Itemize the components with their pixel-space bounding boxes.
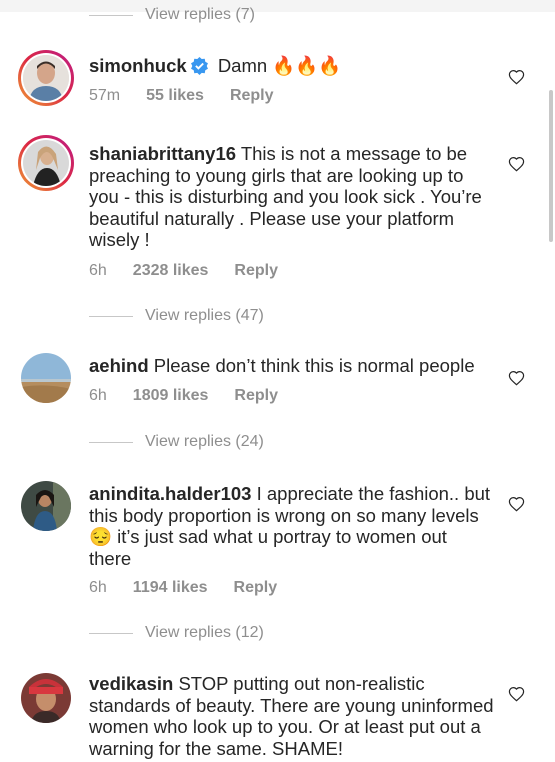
avatar[interactable] [18,50,74,106]
heart-icon[interactable] [508,496,525,512]
comment-meta: 6h 1194 likes Reply [89,579,303,597]
timestamp: 6h [89,262,107,279]
username[interactable]: aehind [89,355,149,376]
avatar[interactable] [21,673,71,723]
avatar[interactable] [21,353,71,403]
timestamp: 6h [89,579,107,596]
username[interactable]: anindita.halder103 [89,483,251,504]
username[interactable]: simonhuck [89,55,187,76]
reply-button[interactable]: Reply [230,87,274,105]
heart-icon[interactable] [508,69,525,85]
likes-count[interactable]: 1194 likes [133,579,208,597]
comment-meta: 6h 1809 likes Reply [89,387,304,405]
reply-button[interactable]: Reply [234,579,278,597]
heart-icon[interactable] [508,370,525,386]
comment-meta: 57m 55 likes Reply [89,87,300,105]
likes-count[interactable]: 1809 likes [133,387,209,405]
top-bar [0,0,555,12]
view-replies-label: View replies (24) [145,433,264,450]
avatar[interactable] [21,481,71,531]
comment-text: Damn 🔥🔥🔥 [217,55,342,76]
reply-divider [89,441,133,443]
reply-divider [89,14,133,16]
view-replies-label: View replies (47) [145,307,264,324]
verified-badge-icon [190,56,209,80]
likes-count[interactable]: 2328 likes [133,262,209,280]
view-replies-button[interactable]: View replies (12) [89,624,264,642]
scrollbar[interactable] [549,90,553,242]
username[interactable]: shaniabrittany16 [89,143,236,164]
timestamp: 57m [89,87,121,104]
comment-text: Please don’t think this is normal people [153,355,475,376]
view-replies-button[interactable]: View replies (47) [89,307,264,325]
reply-divider [89,632,133,634]
reply-button[interactable]: Reply [234,262,278,280]
reply-button[interactable]: Reply [234,387,278,405]
view-replies-label: View replies (12) [145,624,264,641]
timestamp: 6h [89,387,107,404]
view-replies-button[interactable]: View replies (24) [89,433,264,451]
likes-count[interactable]: 55 likes [146,87,204,105]
heart-icon[interactable] [508,156,525,172]
comment-meta: 6h 2328 likes Reply [89,262,304,280]
view-replies-button[interactable]: View replies (7) [89,6,255,24]
view-replies-label: View replies (7) [145,6,255,23]
username[interactable]: vedikasin [89,673,173,694]
heart-icon[interactable] [508,686,525,702]
reply-divider [89,315,133,317]
avatar[interactable] [18,135,74,191]
